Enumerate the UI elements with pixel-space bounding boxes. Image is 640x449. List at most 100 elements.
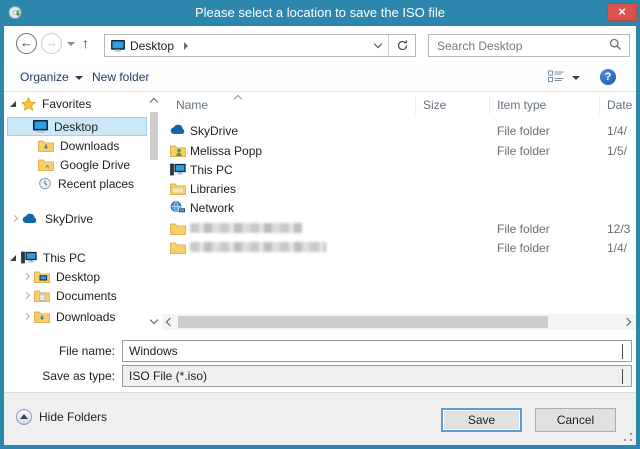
list-item-skydrive[interactable]: SkyDrive File folder 1/4/ xyxy=(162,122,636,141)
forward-button[interactable]: → xyxy=(41,33,62,54)
search-input[interactable] xyxy=(429,38,609,53)
list-item-redacted[interactable]: File folder 1/4/ xyxy=(162,239,636,258)
scroll-down-icon[interactable] xyxy=(149,315,159,325)
list-item-network[interactable]: Network xyxy=(162,199,636,218)
sidebar-item-recent-places[interactable]: Recent places xyxy=(13,174,134,193)
collapsed-icon[interactable] xyxy=(22,312,31,321)
navigation-bar: ← → ↑ Desktop xyxy=(4,26,636,64)
sidebar-group-skydrive[interactable]: SkyDrive xyxy=(10,209,94,228)
sidebar-item-label: Desktop xyxy=(56,269,101,284)
column-header-size[interactable]: Size xyxy=(423,98,446,112)
sidebar-group-label: This PC xyxy=(43,250,86,265)
network-globe-icon xyxy=(170,201,186,214)
search-box xyxy=(428,34,630,57)
item-date: 1/5/ xyxy=(607,144,628,158)
dialog-footer: Hide Folders Save Cancel xyxy=(4,392,636,445)
breadcrumb-label: Desktop xyxy=(130,38,175,53)
item-name: Network xyxy=(190,201,235,215)
collapsed-icon[interactable] xyxy=(10,214,19,223)
help-button[interactable]: ? xyxy=(600,69,616,85)
downloads-folder-icon xyxy=(38,139,54,152)
back-button[interactable]: ← xyxy=(16,33,37,54)
save-button[interactable]: Save xyxy=(441,408,522,432)
item-date: 1/4/ xyxy=(607,124,628,138)
star-icon xyxy=(21,96,36,111)
command-bar: Organize New folder ? xyxy=(4,64,636,92)
breadcrumb-arrow-icon[interactable] xyxy=(184,41,189,50)
sidebar-item-downloads[interactable]: Downloads xyxy=(13,136,119,155)
sidebar-group-favorites[interactable]: Favorites xyxy=(10,94,91,113)
view-options-button[interactable] xyxy=(548,70,580,86)
horizontal-scrollbar[interactable] xyxy=(162,314,636,330)
scroll-left-icon[interactable] xyxy=(165,317,175,327)
list-item-libraries[interactable]: Libraries xyxy=(162,180,636,199)
address-bar[interactable]: Desktop xyxy=(104,34,416,57)
sidebar-item-desktop[interactable]: Desktop xyxy=(7,117,147,136)
title-bar: Please select a location to save the ISO… xyxy=(0,0,640,26)
sidebar-item-pc-documents[interactable]: Documents xyxy=(22,286,117,305)
hide-folders-button[interactable]: Hide Folders xyxy=(16,409,107,425)
item-name: This PC xyxy=(190,163,233,177)
file-name-combobox xyxy=(122,340,632,362)
sidebar-item-label: Documents xyxy=(56,288,117,303)
sidebar-group-this-pc[interactable]: This PC xyxy=(10,248,86,267)
item-name-redacted xyxy=(190,222,302,236)
libraries-folder-icon xyxy=(170,182,186,195)
sidebar-group-label: SkyDrive xyxy=(45,211,94,226)
expanded-icon[interactable] xyxy=(10,254,16,261)
organize-button[interactable]: Organize xyxy=(20,64,83,91)
sidebar-item-google-drive[interactable]: Google Drive xyxy=(13,155,130,174)
scrollbar-thumb[interactable] xyxy=(178,316,548,328)
cancel-button[interactable]: Cancel xyxy=(535,408,616,432)
resize-grip[interactable] xyxy=(623,432,633,442)
desktop-folder-icon xyxy=(34,270,50,283)
sidebar-item-pc-desktop[interactable]: Desktop xyxy=(22,267,101,286)
sidebar-item-label: Google Drive xyxy=(60,157,131,172)
collapsed-icon[interactable] xyxy=(22,291,31,300)
recent-places-icon xyxy=(38,177,52,190)
expanded-icon[interactable] xyxy=(10,100,16,107)
this-pc-icon xyxy=(170,163,186,176)
scroll-up-icon[interactable] xyxy=(149,97,159,107)
desktop-icon xyxy=(33,120,48,133)
sidebar-item-label: Downloads xyxy=(56,309,116,324)
item-type: File folder xyxy=(497,241,550,255)
scrollbar-thumb[interactable] xyxy=(150,112,158,160)
breadcrumb[interactable]: Desktop xyxy=(105,35,368,56)
column-header-date[interactable]: Date xyxy=(607,98,632,112)
up-button[interactable]: ↑ xyxy=(82,35,89,51)
save-dialog-window: Please select a location to save the ISO… xyxy=(0,0,640,449)
chevron-down-icon[interactable] xyxy=(622,344,623,359)
column-header-name[interactable]: Name xyxy=(176,98,208,112)
file-name-label: File name: xyxy=(58,344,115,358)
sidebar-item-pc-downloads[interactable]: Downloads xyxy=(22,307,116,326)
item-date: 1/4/ xyxy=(607,241,628,255)
chevron-down-icon xyxy=(622,369,623,384)
file-name-input[interactable] xyxy=(123,344,622,358)
item-date: 12/3 xyxy=(607,222,631,236)
item-name: Melissa Popp xyxy=(190,144,263,158)
save-as-type-select[interactable]: ISO File (*.iso) xyxy=(122,365,632,387)
window-title: Please select a location to save the ISO… xyxy=(194,5,446,20)
close-button[interactable]: × xyxy=(607,3,637,21)
list-view-icon xyxy=(548,70,564,86)
navigation-pane: Favorites Desktop Downloads Google Drive… xyxy=(4,92,162,332)
google-drive-folder-icon xyxy=(38,158,54,171)
refresh-button[interactable] xyxy=(388,35,415,56)
history-dropdown-icon[interactable] xyxy=(67,42,75,46)
search-icon[interactable] xyxy=(609,38,622,54)
list-item-redacted[interactable]: File folder 12/3 xyxy=(162,220,636,239)
scroll-right-icon[interactable] xyxy=(622,317,632,327)
organize-label: Organize xyxy=(20,70,69,84)
address-dropdown-icon[interactable] xyxy=(368,35,388,56)
sidebar-scrollbar[interactable] xyxy=(148,94,161,330)
collapsed-icon[interactable] xyxy=(22,272,31,281)
new-folder-button[interactable]: New folder xyxy=(92,64,149,91)
item-name: SkyDrive xyxy=(190,124,239,138)
view-dropdown-icon xyxy=(572,76,580,80)
list-item-melissa-popp[interactable]: Melissa Popp File folder 1/5/ xyxy=(162,142,636,161)
item-type: File folder xyxy=(497,124,550,138)
hide-folders-label: Hide Folders xyxy=(39,410,108,424)
list-item-this-pc[interactable]: This PC xyxy=(162,161,636,180)
column-header-item-type[interactable]: Item type xyxy=(497,98,546,112)
